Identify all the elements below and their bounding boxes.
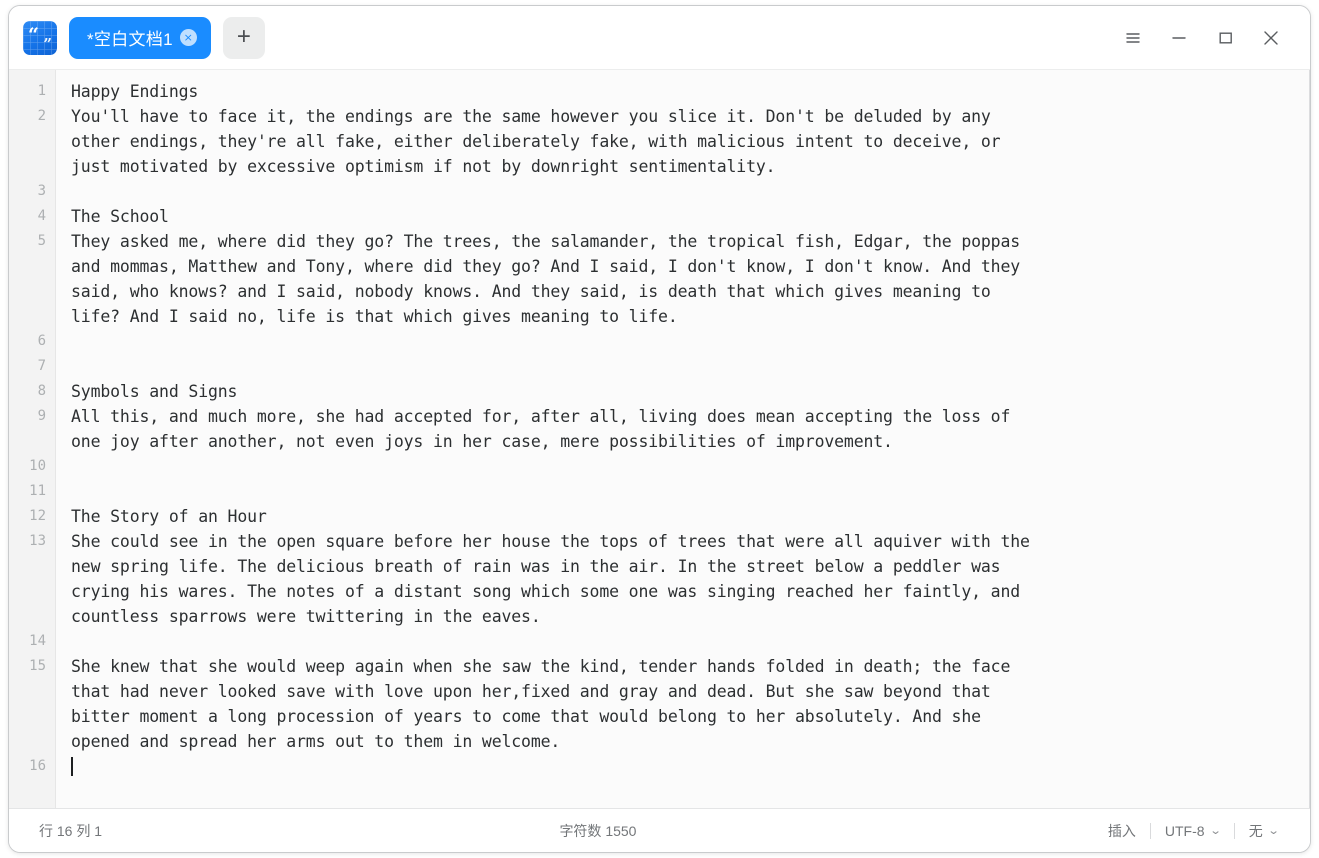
line-number: 2	[37, 108, 46, 124]
line-number: 13	[29, 533, 46, 549]
editor-visual-line: new spring life. The delicious breath of…	[71, 557, 1001, 576]
close-window-icon[interactable]	[1248, 15, 1294, 61]
chevron-down-icon: ⌄	[1208, 825, 1222, 837]
line-number-blank	[9, 604, 55, 629]
line-number-blank	[9, 579, 55, 604]
hamburger-menu-icon[interactable]	[1110, 15, 1156, 61]
line-number: 1	[37, 83, 46, 99]
editor-visual-line: Happy Endings	[71, 82, 199, 101]
editor-visual-line: You'll have to face it, the endings are …	[71, 107, 991, 126]
line-number: 4	[37, 208, 46, 224]
editor-visual-line: She knew that she would weep again when …	[71, 657, 1011, 676]
editor-visual-line: All this, and much more, she had accepte…	[71, 407, 1011, 426]
cursor-position-status[interactable]: 行 16 列 1	[39, 821, 102, 841]
line-number-blank	[9, 704, 55, 729]
character-count-status: 字符数 1550	[559, 822, 637, 839]
window-controls	[1110, 6, 1310, 69]
status-bar: 行 16 列 1 字符数 1550 插入 UTF-8 ⌄ 无 ⌄	[9, 808, 1310, 852]
editor-visual-line	[71, 754, 1310, 779]
editor-visual-line: other endings, they're all fake, either …	[71, 132, 1001, 151]
line-number: 3	[37, 183, 46, 199]
line-number: 6	[37, 333, 46, 349]
line-number-blank	[9, 429, 55, 454]
editor-visual-line: just motivated by excessive optimism if …	[71, 157, 776, 176]
application-window: “ ” *空白文档1 × + 1 2 3 4 5 6 7 8 9 10 11 1…	[8, 5, 1311, 853]
editor-visual-line	[71, 454, 1310, 479]
encoding-label: UTF-8	[1164, 822, 1205, 839]
new-tab-button[interactable]: +	[222, 16, 265, 59]
editor-area[interactable]: 1 2 3 4 5 6 7 8 9 10 11 12 13 14 15 16 Happy Endings You…	[9, 69, 1310, 808]
line-number-blank	[9, 304, 55, 329]
line-number: 16	[29, 758, 46, 774]
editor-visual-line: She could see in the open square before …	[71, 532, 1030, 551]
line-number-blank	[9, 279, 55, 304]
minimize-icon[interactable]	[1156, 15, 1202, 61]
editor-visual-line	[71, 479, 1310, 504]
text-caret	[71, 757, 73, 776]
editor-visual-line: bitter moment a long procession of years…	[71, 707, 981, 726]
editor-visual-line: countless sparrows were twittering in th…	[71, 607, 541, 626]
maximize-icon[interactable]	[1202, 15, 1248, 61]
editor-visual-line: The Story of an Hour	[71, 507, 267, 526]
line-number: 7	[37, 358, 46, 374]
editor-visual-line: They asked me, where did they go? The tr…	[71, 232, 1021, 251]
editor-right-edge	[1309, 70, 1310, 808]
line-number: 15	[29, 658, 46, 674]
line-ending-label: 无	[1248, 822, 1263, 839]
line-number-blank	[9, 554, 55, 579]
editor-visual-line	[71, 629, 1310, 654]
editor-visual-line: crying his wares. The notes of a distant…	[71, 582, 1021, 601]
document-tab-active[interactable]: *空白文档1 ×	[69, 16, 211, 59]
line-number: 5	[37, 233, 46, 249]
editor-visual-line	[71, 179, 1310, 204]
app-logo-icon: “ ”	[23, 20, 57, 55]
line-number: 12	[29, 508, 46, 524]
line-number-blank	[9, 729, 55, 754]
line-number: 10	[29, 458, 46, 474]
editor-visual-line: The School	[71, 207, 169, 226]
status-center-region: 字符数 1550	[102, 809, 1094, 852]
editor-visual-line: Symbols and Signs	[71, 382, 238, 401]
line-number: 14	[29, 633, 46, 649]
line-number-blank	[9, 254, 55, 279]
editor-visual-line	[71, 329, 1310, 354]
editor-visual-line: life? And I said no, life is that which …	[71, 307, 678, 326]
document-tab-label: *空白文档1	[87, 30, 173, 49]
line-number-gutter: 1 2 3 4 5 6 7 8 9 10 11 12 13 14 15 16	[9, 70, 56, 808]
editor-visual-line: that had never looked save with love upo…	[71, 682, 991, 701]
line-number: 9	[37, 408, 46, 424]
editor-visual-line: said, who knows? and I said, nobody know…	[71, 282, 991, 301]
encoding-selector[interactable]: UTF-8 ⌄	[1151, 823, 1234, 839]
line-number-blank	[9, 154, 55, 179]
insert-mode-status[interactable]: 插入	[1094, 821, 1150, 841]
tab-close-icon[interactable]: ×	[179, 29, 197, 46]
editor-visual-line: opened and spread her arms out to them i…	[71, 732, 561, 751]
line-ending-selector[interactable]: 无 ⌄	[1235, 821, 1292, 841]
editor-visual-line	[71, 354, 1310, 379]
line-number-blank	[9, 679, 55, 704]
editor-visual-line: one joy after another, not even joys in …	[71, 432, 893, 451]
line-number-blank	[9, 129, 55, 154]
logo-close-quote-glyph: ”	[43, 34, 52, 53]
title-bar: “ ” *空白文档1 × +	[9, 6, 1310, 69]
line-number: 8	[37, 383, 46, 399]
text-editor-content[interactable]: Happy Endings You'll have to face it, the…	[56, 70, 1310, 808]
chevron-down-icon: ⌄	[1267, 825, 1280, 837]
status-right-region: 插入 UTF-8 ⌄ 无 ⌄	[1094, 821, 1292, 841]
editor-visual-line: and mommas, Matthew and Tony, where did …	[71, 257, 1021, 276]
line-number: 11	[29, 483, 46, 499]
logo-open-quote-glyph: “	[28, 23, 39, 46]
